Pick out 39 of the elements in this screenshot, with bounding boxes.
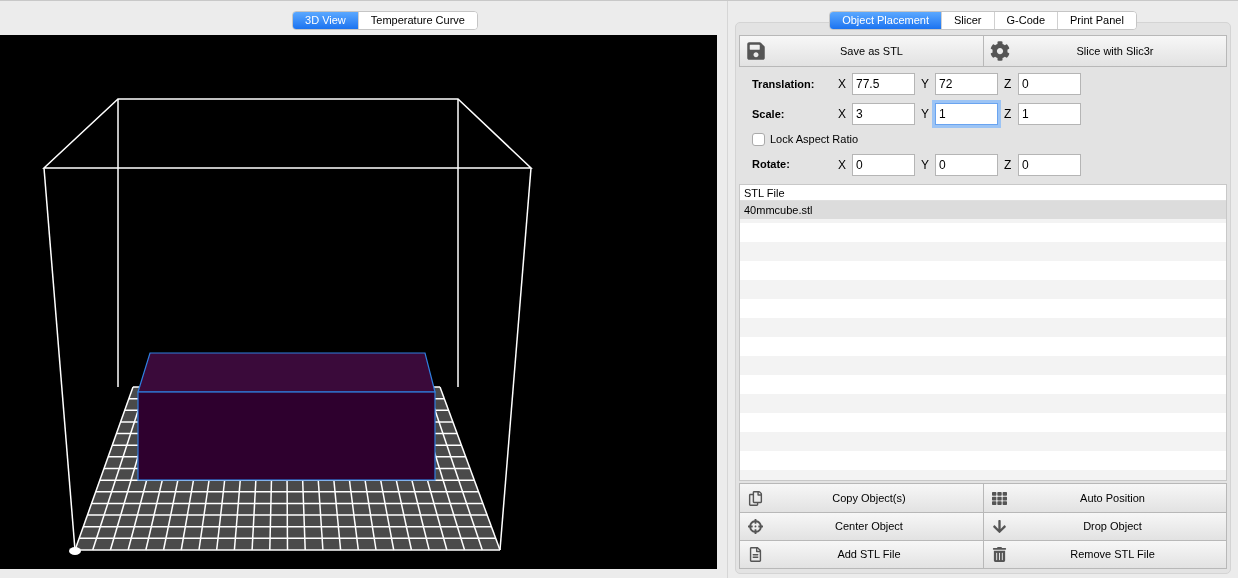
number-field[interactable]: 0 [935, 153, 998, 176]
number-field[interactable]: 72 [935, 73, 998, 95]
number-field[interactable]: 1 [935, 103, 998, 125]
tab[interactable]: Print Panel [1057, 12, 1136, 29]
axis-label: Y [921, 156, 929, 174]
number-field[interactable]: 0 [852, 153, 915, 176]
crosshair-icon [748, 519, 763, 534]
3d-viewport[interactable] [0, 35, 717, 569]
trash-icon [992, 547, 1007, 562]
document-icon [748, 547, 763, 562]
axis-label: Z [1004, 76, 1012, 93]
checkbox-label: Lock Aspect Ratio [770, 132, 859, 147]
number-field[interactable]: 3 [852, 103, 915, 125]
axis-label: Y [921, 76, 929, 93]
number-field[interactable]: 0 [1018, 73, 1081, 95]
toolbar-button[interactable]: Slice with Slic3r [983, 36, 1226, 66]
field-label: Translation: [752, 76, 816, 92]
field-label: Scale: [752, 106, 786, 122]
number-field[interactable]: 0 [1018, 153, 1081, 176]
down-arrow-icon [992, 519, 1007, 534]
axis-label: Z [1004, 106, 1012, 123]
field-label: Rotate: [752, 157, 791, 173]
number-field[interactable]: 77.5 [852, 73, 915, 95]
checkbox[interactable] [752, 132, 765, 146]
number-field[interactable]: 1 [1018, 103, 1081, 125]
axis-label: Y [921, 106, 929, 123]
settings-icon [990, 41, 1010, 61]
axis-label: Z [1004, 156, 1012, 174]
axis-label: X [838, 106, 846, 123]
action-button[interactable]: Remove STL File [983, 540, 1226, 568]
tab[interactable]: Temperature Curve [357, 12, 477, 29]
origin-dot-icon [69, 547, 81, 555]
action-button[interactable]: Auto Position [983, 484, 1226, 512]
axis-label: X [838, 156, 846, 174]
axis-label: X [838, 76, 846, 93]
grid-icon [992, 490, 1007, 506]
action-button[interactable]: Drop Object [983, 512, 1226, 540]
copy-icon [748, 490, 763, 506]
save-icon [746, 41, 766, 61]
